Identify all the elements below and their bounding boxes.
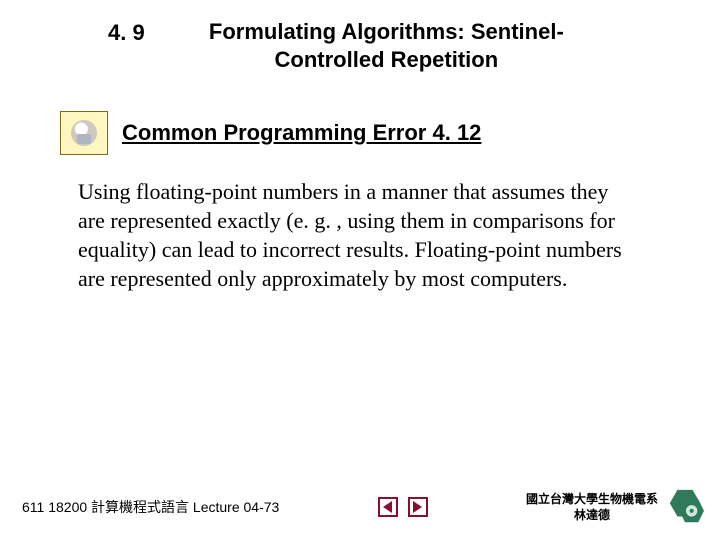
- tip-header: Common Programming Error 4. 12: [60, 111, 720, 155]
- next-slide-button[interactable]: [408, 497, 428, 517]
- left-arrow-icon: [383, 501, 392, 513]
- footer-affiliation-line-2: 林達德: [526, 507, 658, 523]
- section-title-line-2: Controlled Repetition: [275, 47, 499, 72]
- section-title: Formulating Algorithms: Sentinel- Contro…: [163, 18, 650, 73]
- section-title-line-1: Formulating Algorithms: Sentinel-: [209, 19, 564, 44]
- footer-right: 國立台灣大學生物機電系 林達德: [526, 488, 704, 526]
- tip-title: Common Programming Error 4. 12: [122, 120, 481, 146]
- prev-slide-button[interactable]: [378, 497, 398, 517]
- footer-affiliation-line-1: 國立台灣大學生物機電系: [526, 491, 658, 507]
- footer-affiliation: 國立台灣大學生物機電系 林達德: [526, 491, 658, 523]
- slide-footer: 611 18200 計算機程式語言 Lecture 04-73 國立台灣大學生物…: [0, 488, 720, 526]
- right-arrow-icon: [413, 501, 422, 513]
- slide-heading: 4. 9 Formulating Algorithms: Sentinel- C…: [0, 0, 720, 73]
- footer-left-text: 611 18200 計算機程式語言 Lecture 04-73: [22, 497, 279, 517]
- body-text: Using floating-point numbers in a manner…: [78, 177, 630, 293]
- bug-icon: [60, 111, 108, 155]
- nav-controls: [279, 497, 526, 517]
- hex-logo-icon: [666, 488, 704, 526]
- section-number: 4. 9: [70, 18, 145, 73]
